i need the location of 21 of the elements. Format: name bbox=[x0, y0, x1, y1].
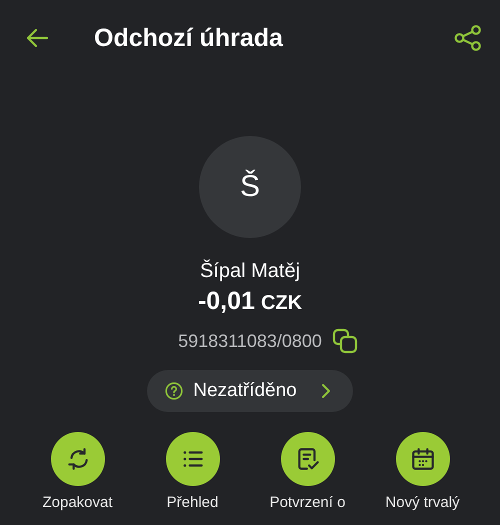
action-label: Nový trvalý bbox=[385, 494, 460, 511]
account-number: 5918311083/0800 bbox=[178, 330, 322, 352]
share-icon[interactable] bbox=[454, 25, 482, 51]
currency: CZK bbox=[260, 292, 302, 315]
copy-icon[interactable] bbox=[332, 328, 358, 354]
action-button[interactable] bbox=[166, 432, 220, 486]
action-button[interactable] bbox=[50, 432, 104, 486]
back-icon[interactable] bbox=[25, 28, 49, 48]
screen-title: Odchozí úhrada bbox=[94, 24, 284, 52]
action-label: Zopakovat bbox=[42, 494, 113, 511]
question-icon bbox=[165, 382, 184, 400]
chevron-right-icon bbox=[320, 383, 331, 399]
avatar: Š bbox=[199, 136, 301, 238]
action-button[interactable] bbox=[396, 432, 450, 486]
calendar-icon bbox=[410, 446, 436, 472]
action-label: Přehled bbox=[166, 494, 218, 511]
amount: -0,01 bbox=[198, 287, 255, 316]
category-button[interactable]: Nezatříděno bbox=[147, 370, 353, 412]
counterparty-name: Šípal Matěj bbox=[200, 260, 300, 283]
action-button[interactable] bbox=[280, 432, 334, 486]
action-label: Potvrzení o bbox=[270, 494, 346, 511]
